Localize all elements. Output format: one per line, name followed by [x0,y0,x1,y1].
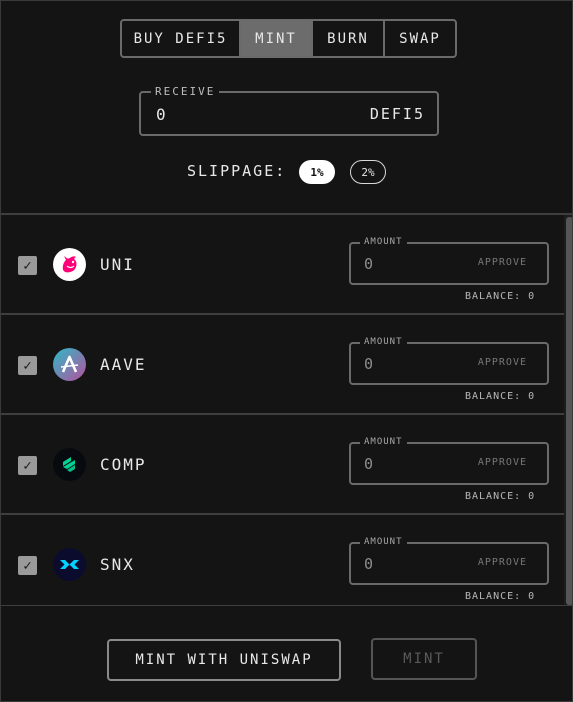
receive-value: 0 [156,105,166,124]
mint-button[interactable]: MINT [371,638,477,680]
approve-button[interactable]: APPROVE [478,457,527,468]
tab-burn[interactable]: BURN [313,21,385,56]
balance-text: BALANCE: 0 [465,491,536,502]
amount-value: 0 [364,355,374,373]
tab-swap[interactable]: SWAP [385,21,455,56]
mode-tabs: BUY DEFI5 MINT BURN SWAP [120,19,457,58]
slippage-label: SLIPPAGE: [187,162,287,180]
approve-button[interactable]: APPROVE [478,257,527,268]
amount-value: 0 [364,555,374,573]
amount-input[interactable]: AMOUNT 0 APPROVE [349,537,549,585]
approve-button[interactable]: APPROVE [478,357,527,368]
token-row: ✓ COMP AMOUNT 0 APPROVE BALANCE: 0 [1,415,564,515]
mint-panel: BUY DEFI5 MINT BURN SWAP RECEIVE 0 DEFI5… [0,0,573,702]
amount-legend: AMOUNT [360,337,407,347]
token-symbol: COMP [100,455,147,474]
token-checkbox[interactable]: ✓ [18,456,37,475]
tab-buy-defi5[interactable]: BUY DEFI5 [122,21,241,56]
approve-button[interactable]: APPROVE [478,557,527,568]
aave-logo-icon [53,348,86,381]
token-list-scrollbar[interactable] [564,215,572,605]
slippage-option-2[interactable]: 2% [350,160,386,184]
amount-value: 0 [364,455,374,473]
amount-legend: AMOUNT [360,237,407,247]
balance-text: BALANCE: 0 [465,291,536,302]
token-list: ✓ UNI AMOUNT 0 APPROVE BALANCE: 0 ✓ AAVE… [1,213,572,606]
token-row: ✓ SNX AMOUNT 0 APPROVE BALANCE: 0 [1,515,564,605]
receive-field[interactable]: RECEIVE 0 DEFI5 [139,85,439,136]
token-symbol: SNX [100,555,135,574]
uniswap-unicorn-icon [53,248,86,281]
receive-unit: DEFI5 [369,105,425,123]
amount-input[interactable]: AMOUNT 0 APPROVE [349,237,549,285]
compound-logo-icon [53,448,86,481]
amount-input[interactable]: AMOUNT 0 APPROVE [349,437,549,485]
amount-value: 0 [364,255,374,273]
scrollbar-thumb[interactable] [566,217,572,605]
token-checkbox[interactable]: ✓ [18,556,37,575]
token-row: ✓ UNI AMOUNT 0 APPROVE BALANCE: 0 [1,215,564,315]
synthetix-logo-icon [53,548,86,581]
balance-text: BALANCE: 0 [465,591,536,602]
amount-legend: AMOUNT [360,537,407,547]
token-symbol: UNI [100,255,135,274]
receive-legend: RECEIVE [151,85,220,98]
amount-legend: AMOUNT [360,437,407,447]
balance-text: BALANCE: 0 [465,391,536,402]
amount-input[interactable]: AMOUNT 0 APPROVE [349,337,549,385]
mint-with-uniswap-button[interactable]: MINT WITH UNISWAP [107,639,341,681]
token-row: ✓ AAVE AMOUNT 0 APPROVE BALANCE: 0 [1,315,564,415]
tab-mint[interactable]: MINT [241,21,313,56]
slippage-option-1[interactable]: 1% [299,160,335,184]
token-checkbox[interactable]: ✓ [18,356,37,375]
token-symbol: AAVE [100,355,147,374]
token-checkbox[interactable]: ✓ [18,256,37,275]
